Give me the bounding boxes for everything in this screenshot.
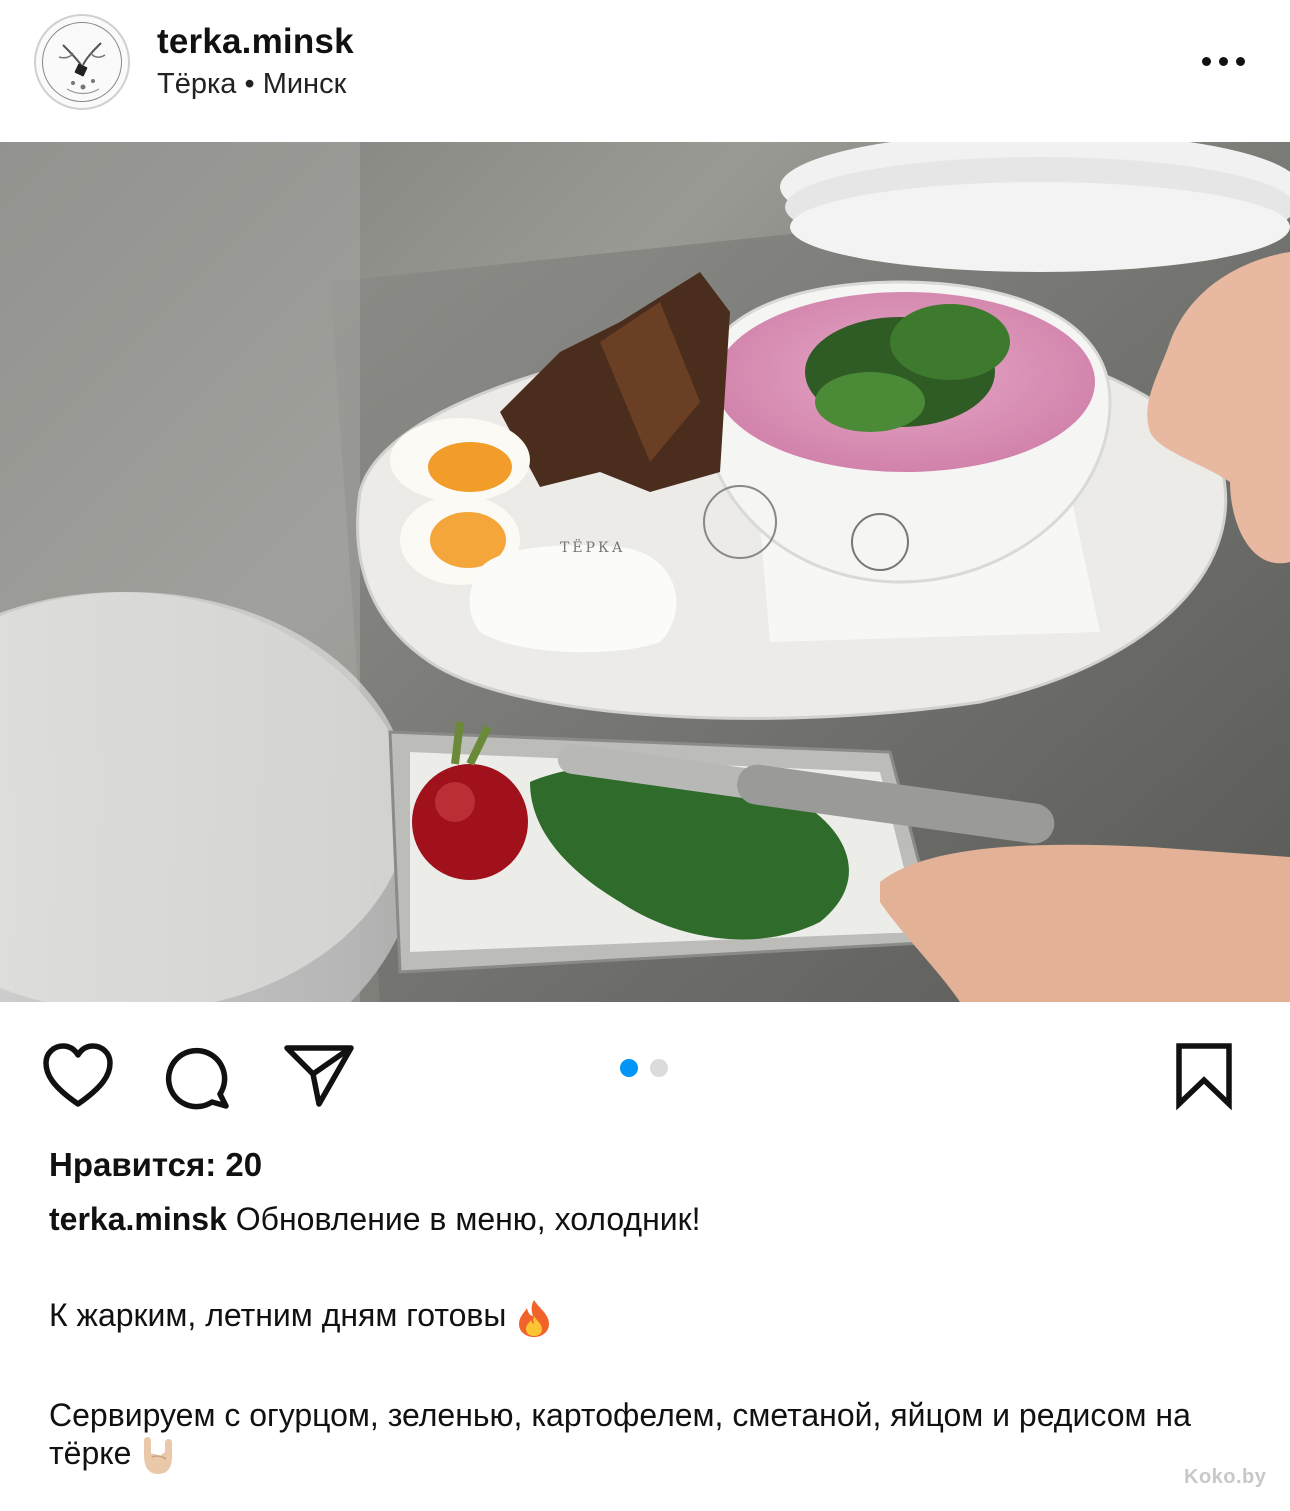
food-photo-illustration: ТЁРКА <box>0 142 1290 1002</box>
sign-of-horns-emoji-icon <box>144 1437 173 1475</box>
avatar[interactable] <box>34 14 130 110</box>
post-header: terka.minsk Тёрка • Минск <box>0 0 1290 142</box>
send-icon <box>284 1045 354 1107</box>
carousel-dot-active[interactable] <box>620 1059 638 1077</box>
save-button[interactable] <box>1174 1042 1234 1111</box>
more-horizontal-icon <box>1202 57 1211 66</box>
share-button[interactable] <box>283 1042 355 1110</box>
caption-line-2: К жарким, летним дням готовы <box>49 1297 507 1333</box>
grater-logo-icon <box>58 42 106 95</box>
fire-emoji-icon <box>519 1299 550 1337</box>
heart-icon <box>43 1043 113 1107</box>
post-photo[interactable]: ТЁРКА <box>0 142 1290 1002</box>
caption-line-1: Обновление в меню, холодник! <box>235 1201 701 1237</box>
more-options-button[interactable] <box>1196 44 1252 78</box>
comment-icon <box>165 1047 229 1110</box>
avatar-logo <box>42 22 122 102</box>
likes-count[interactable]: Нравится: 20 <box>49 1146 262 1184</box>
carousel-dot[interactable] <box>650 1059 668 1077</box>
watermark: Koko.by <box>1184 1466 1267 1488</box>
post-username[interactable]: terka.minsk <box>157 22 354 62</box>
comment-button[interactable] <box>164 1042 234 1110</box>
like-button[interactable] <box>42 1042 114 1110</box>
post-location[interactable]: Тёрка • Минск <box>157 68 346 101</box>
caption-username[interactable]: terka.minsk <box>49 1201 227 1237</box>
post-caption: terka.minsk Обновление в меню, холодник!… <box>49 1200 1249 1475</box>
caption-line-3: Сервируем с огурцом, зеленью, картофелем… <box>49 1396 1191 1471</box>
bookmark-icon <box>1176 1043 1232 1111</box>
carousel-indicator <box>620 1059 680 1079</box>
svg-text:ТЁРКА: ТЁРКА <box>560 538 625 556</box>
